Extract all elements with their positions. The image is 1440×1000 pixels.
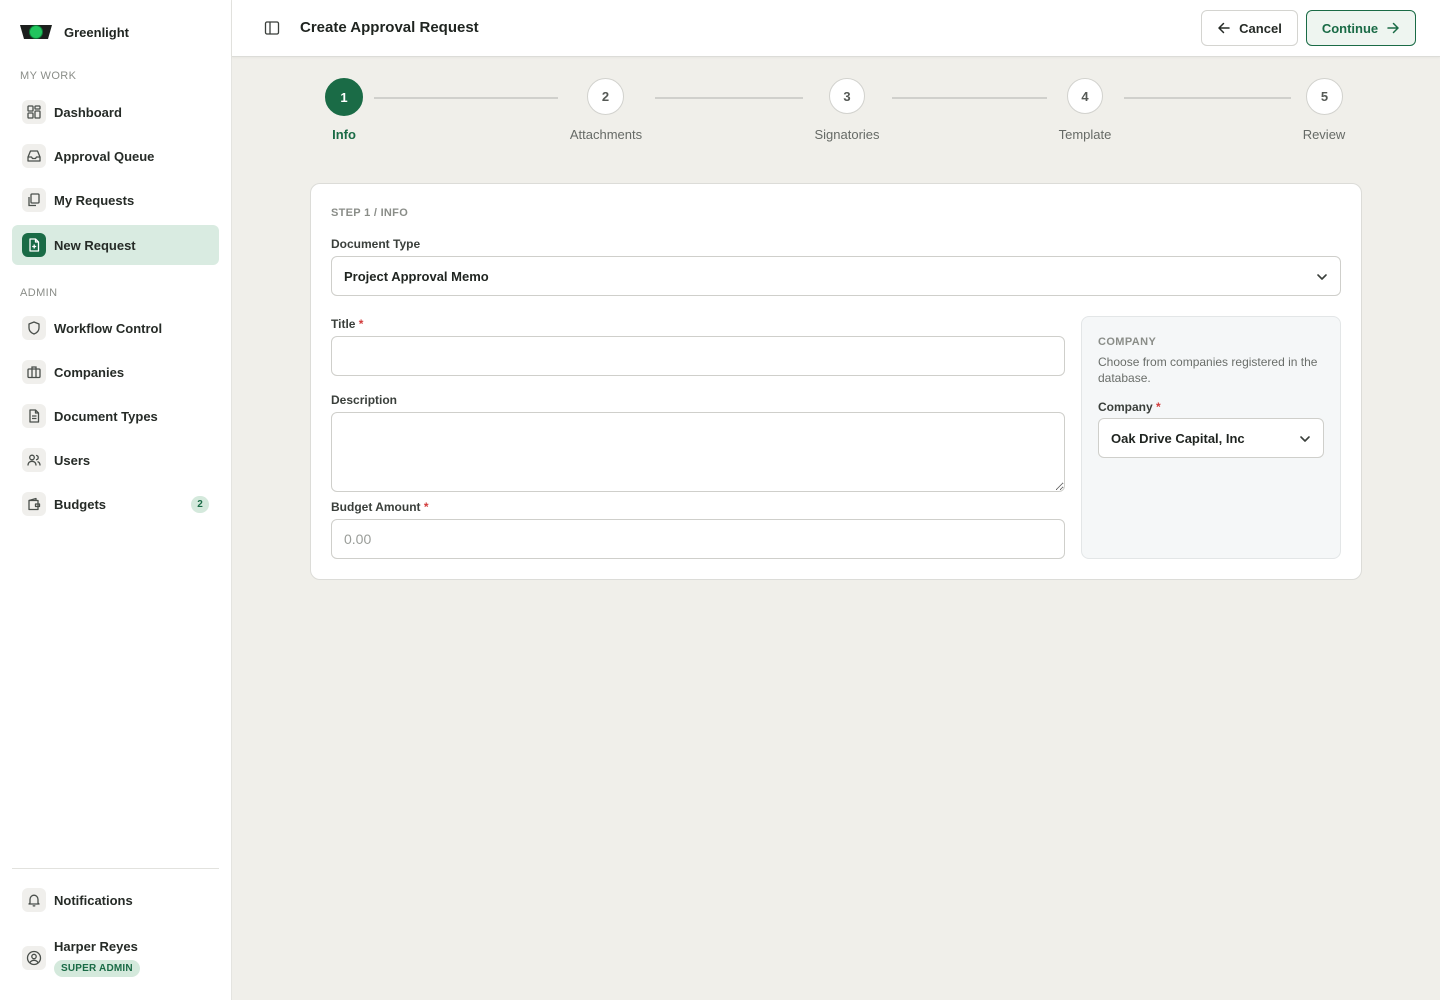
chevron-down-icon <box>1300 436 1310 442</box>
section-label-admin: ADMIN <box>20 287 58 299</box>
sidebar-item-workflow-control[interactable]: Workflow Control <box>12 308 219 348</box>
top-header: Create Approval Request Cancel Continue <box>232 0 1440 57</box>
budgets-count-badge: 2 <box>191 496 209 513</box>
sidebar-item-label: Approval Queue <box>54 148 155 164</box>
budget-label-text: Budget Amount <box>331 500 421 514</box>
continue-label: Continue <box>1321 20 1379 36</box>
briefcase-icon <box>22 360 46 384</box>
step-2-label: Attachments <box>569 127 643 142</box>
company-panel: COMPANY Choose from companies registered… <box>1081 316 1341 559</box>
sidebar: Greenlight MY WORK Dashboard Approval Qu… <box>0 0 232 1000</box>
wallet-icon <box>22 492 46 516</box>
sidebar-item-approval-queue[interactable]: Approval Queue <box>12 136 219 176</box>
step-5-circle[interactable]: 5 <box>1306 78 1343 115</box>
copy-icon <box>22 188 46 212</box>
company-eyebrow: COMPANY <box>1098 336 1157 348</box>
section-label-my-work: MY WORK <box>20 70 77 82</box>
step-connector <box>1124 97 1291 99</box>
company-select[interactable]: Oak Drive Capital, Inc <box>1098 418 1324 458</box>
sidebar-item-users[interactable]: Users <box>12 440 219 480</box>
sidebar-item-label: Dashboard <box>54 104 122 120</box>
sidebar-item-document-types[interactable]: Document Types <box>12 396 219 436</box>
description-label: Description <box>331 393 398 407</box>
sidebar-toggle-icon[interactable] <box>262 18 282 38</box>
dashboard-icon <box>22 100 46 124</box>
user-name: Harper Reyes <box>54 939 138 954</box>
sidebar-divider <box>12 868 219 869</box>
step-4-circle[interactable]: 4 <box>1067 78 1103 114</box>
users-icon <box>22 448 46 472</box>
sidebar-item-label: My Requests <box>54 192 135 208</box>
company-label-text: Company <box>1098 400 1153 414</box>
step-connector <box>655 97 803 99</box>
sidebar-item-label: Users <box>54 452 91 468</box>
title-input[interactable] <box>331 336 1065 376</box>
cancel-button[interactable]: Cancel <box>1201 10 1298 46</box>
sidebar-item-label: Companies <box>54 364 125 380</box>
sidebar-item-budgets[interactable]: Budgets 2 <box>12 484 219 524</box>
step-5-label: Review <box>1302 127 1346 142</box>
step-connector <box>892 97 1047 99</box>
title-label-text: Title <box>331 317 356 331</box>
sidebar-item-my-requests[interactable]: My Requests <box>12 180 219 220</box>
traffic-light-logo-icon <box>20 22 52 42</box>
sidebar-item-label: Document Types <box>54 408 158 424</box>
sidebar-item-companies[interactable]: Companies <box>12 352 219 392</box>
info-form-card: STEP 1 / INFO Document Type Project Appr… <box>310 183 1362 580</box>
page-title: Create Approval Request <box>300 19 479 36</box>
step-1-label: Info <box>332 127 356 142</box>
budget-amount-label: Budget Amount * <box>331 500 429 514</box>
step-1-circle[interactable]: 1 <box>325 78 363 116</box>
sidebar-item-new-request[interactable]: New Request <box>12 225 219 265</box>
document-type-select[interactable]: Project Approval Memo <box>331 256 1341 296</box>
cancel-label: Cancel <box>1239 20 1282 36</box>
required-mark: * <box>423 500 429 514</box>
sidebar-item-label: New Request <box>54 237 136 253</box>
sidebar-item-label: Workflow Control <box>54 320 163 336</box>
arrow-right-icon <box>1387 22 1399 34</box>
document-type-label: Document Type <box>331 237 421 251</box>
arrow-left-icon <box>1218 22 1230 34</box>
user-role-badge: SUPER ADMIN <box>54 960 140 977</box>
step-eyebrow: STEP 1 / INFO <box>331 207 409 219</box>
document-icon <box>22 404 46 428</box>
company-label: Company * <box>1098 400 1161 414</box>
app-name: Greenlight <box>64 24 130 40</box>
sidebar-item-label: Budgets <box>54 496 106 512</box>
step-connector <box>374 97 558 99</box>
user-profile[interactable]: Harper Reyes SUPER ADMIN <box>12 930 219 986</box>
inbox-icon <box>22 144 46 168</box>
bell-icon <box>22 888 46 912</box>
continue-button[interactable]: Continue <box>1306 10 1416 46</box>
step-3-label: Signatories <box>814 127 880 142</box>
user-info: Harper Reyes SUPER ADMIN <box>54 939 140 977</box>
description-textarea[interactable] <box>331 412 1065 492</box>
required-mark: * <box>358 317 364 331</box>
title-label: Title * <box>331 317 363 331</box>
file-plus-icon <box>22 233 46 257</box>
sidebar-item-dashboard[interactable]: Dashboard <box>12 92 219 132</box>
sidebar-item-label: Notifications <box>54 892 133 908</box>
document-type-value: Project Approval Memo <box>344 268 489 284</box>
sidebar-item-notifications[interactable]: Notifications <box>12 880 219 920</box>
required-mark: * <box>1156 400 1161 414</box>
company-value: Oak Drive Capital, Inc <box>1111 430 1245 446</box>
chevron-down-icon <box>1317 274 1327 280</box>
step-3-circle[interactable]: 3 <box>829 78 865 114</box>
shield-icon <box>22 316 46 340</box>
step-4-label: Template <box>1058 127 1112 142</box>
brand[interactable]: Greenlight <box>20 18 129 46</box>
step-2-circle[interactable]: 2 <box>587 78 624 115</box>
budget-amount-input[interactable] <box>331 519 1065 559</box>
user-circle-icon <box>22 946 46 970</box>
company-description: Choose from companies registered in the … <box>1098 355 1318 385</box>
